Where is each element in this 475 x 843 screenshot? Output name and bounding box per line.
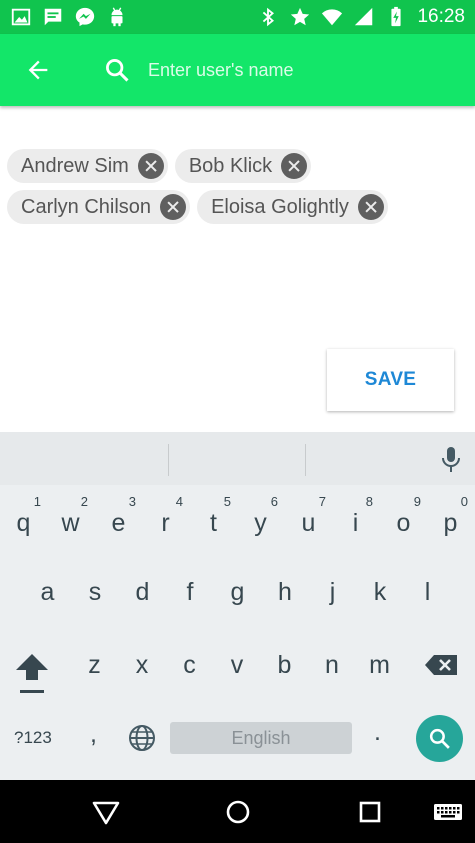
- remove-chip-icon[interactable]: [137, 153, 164, 179]
- key-l[interactable]: l: [404, 562, 451, 622]
- remove-chip-icon[interactable]: [281, 153, 308, 179]
- key-a[interactable]: a: [24, 562, 71, 622]
- back-triangle-icon[interactable]: [91, 798, 121, 826]
- key-label: r: [161, 509, 170, 537]
- key-z[interactable]: z: [71, 635, 118, 695]
- key-label: u: [301, 509, 316, 537]
- key-label: y: [254, 509, 267, 537]
- chip-row: Andrew Sim Bob Klick: [7, 149, 467, 183]
- key-r[interactable]: r4: [142, 493, 189, 553]
- key-u[interactable]: u7: [285, 493, 332, 553]
- home-circle-icon[interactable]: [223, 798, 253, 826]
- key-number-hint: 1: [33, 494, 41, 509]
- key-h[interactable]: h: [262, 562, 309, 622]
- key-m[interactable]: m: [356, 635, 403, 695]
- message-icon: [44, 8, 62, 26]
- star-icon: [291, 7, 310, 26]
- search-icon: [429, 728, 450, 749]
- key-p[interactable]: p0: [427, 493, 474, 553]
- suggestion-divider: [168, 444, 169, 476]
- key-c[interactable]: c: [166, 635, 213, 695]
- user-chip: Carlyn Chilson: [7, 190, 191, 224]
- navigation-bar: [0, 780, 475, 843]
- key-s[interactable]: s: [72, 562, 119, 622]
- key-label: w: [61, 509, 80, 537]
- soft-keyboard: q1w2e3r4t5y6u7i8o9p0 asdfghjkl zxcvbnm ?…: [0, 432, 475, 780]
- chip-label: Carlyn Chilson: [21, 195, 152, 218]
- search-input[interactable]: [148, 54, 448, 86]
- key-number-hint: 0: [460, 494, 468, 509]
- key-number-hint: 6: [270, 494, 278, 509]
- wifi-icon: [322, 9, 343, 26]
- period-key[interactable]: .: [374, 718, 381, 747]
- image-icon: [11, 8, 31, 26]
- key-number-hint: 2: [80, 494, 88, 509]
- key-number-hint: 3: [128, 494, 136, 509]
- app-bar: [0, 34, 475, 106]
- key-number-hint: 5: [223, 494, 231, 509]
- chip-row: Carlyn Chilson Eloisa Golightly: [7, 190, 467, 224]
- key-e[interactable]: e3: [95, 493, 142, 553]
- user-chip: Eloisa Golightly: [197, 190, 388, 224]
- key-v[interactable]: v: [214, 635, 261, 695]
- suggestion-divider: [305, 444, 306, 476]
- save-button[interactable]: SAVE: [327, 349, 454, 411]
- key-i[interactable]: i8: [332, 493, 379, 553]
- key-label: p: [443, 509, 458, 537]
- android-icon: [111, 7, 123, 27]
- key-t[interactable]: t5: [190, 493, 237, 553]
- key-label: q: [16, 509, 31, 537]
- key-d[interactable]: d: [119, 562, 166, 622]
- status-bar: 16:28: [0, 0, 475, 34]
- key-n[interactable]: n: [309, 635, 356, 695]
- key-number-hint: 4: [175, 494, 183, 509]
- symbols-key[interactable]: ?123: [14, 728, 52, 748]
- key-label: o: [396, 509, 411, 537]
- key-q[interactable]: q1: [0, 493, 47, 553]
- key-x[interactable]: x: [119, 635, 166, 695]
- signal-icon: [355, 7, 373, 26]
- user-chip: Bob Klick: [174, 149, 312, 183]
- key-f[interactable]: f: [167, 562, 214, 622]
- key-label: t: [210, 509, 217, 537]
- key-g[interactable]: g: [214, 562, 261, 622]
- key-b[interactable]: b: [261, 635, 308, 695]
- space-bar[interactable]: English: [170, 722, 352, 754]
- clock: 16:28: [417, 6, 465, 27]
- keyboard-switch-icon[interactable]: [433, 798, 463, 826]
- recents-square-icon[interactable]: [355, 798, 385, 826]
- key-k[interactable]: k: [357, 562, 404, 622]
- key-number-hint: 8: [365, 494, 373, 509]
- key-y[interactable]: y6: [237, 493, 284, 553]
- shift-icon[interactable]: [14, 652, 50, 696]
- key-j[interactable]: j: [309, 562, 356, 622]
- battery-charging-icon: [391, 6, 402, 27]
- remove-chip-icon[interactable]: [357, 194, 384, 220]
- user-chip: Andrew Sim: [7, 149, 168, 183]
- search-action-key[interactable]: [416, 715, 463, 762]
- suggestion-strip[interactable]: [0, 432, 475, 485]
- key-o[interactable]: o9: [380, 493, 427, 553]
- chip-label: Andrew Sim: [21, 154, 129, 177]
- comma-key[interactable]: ,: [90, 720, 97, 749]
- globe-icon[interactable]: [128, 724, 156, 752]
- search-icon[interactable]: [103, 56, 131, 84]
- key-number-hint: 7: [318, 494, 326, 509]
- remove-chip-icon[interactable]: [160, 194, 187, 220]
- messenger-icon: [75, 7, 95, 27]
- key-label: e: [111, 509, 126, 537]
- selected-users-chips: Andrew Sim Bob Klick Carlyn Chilson Eloi…: [7, 149, 467, 231]
- arrow-back-icon[interactable]: [24, 56, 52, 84]
- key-w[interactable]: w2: [47, 493, 94, 553]
- chip-label: Bob Klick: [188, 154, 273, 177]
- bluetooth-icon: [263, 7, 275, 27]
- backspace-icon[interactable]: [424, 654, 458, 676]
- chip-label: Eloisa Golightly: [211, 195, 349, 218]
- key-label: i: [352, 509, 359, 537]
- microphone-icon[interactable]: [440, 446, 462, 474]
- key-number-hint: 9: [413, 494, 421, 509]
